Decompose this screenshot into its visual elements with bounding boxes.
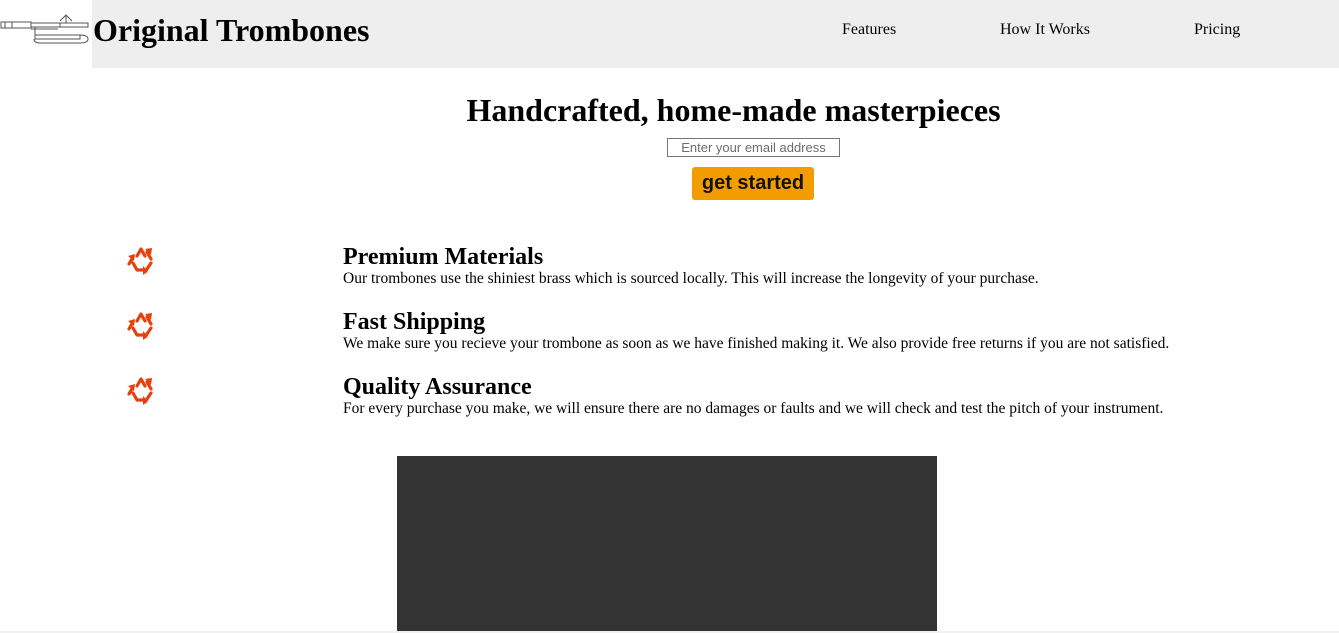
hero-title: Handcrafted, home-made masterpieces [466,92,1001,128]
page: Original Trombones Features How It Works… [0,0,1339,633]
feature-title: Premium Materials [343,244,544,270]
feature-title: Fast Shipping [343,309,486,335]
recycle-icon [127,377,153,405]
nav-link-how-it-works[interactable]: How It Works [1000,20,1090,40]
nav-link-features[interactable]: Features [842,20,896,40]
video-player[interactable] [397,456,937,631]
recycle-icon [127,247,153,275]
recycle-icon [127,312,153,340]
feature-description: We make sure you recieve your trombone a… [343,335,1170,352]
site-header: Original Trombones Features How It Works… [0,0,1339,68]
feature-description: For every purchase you make, we will ens… [343,400,1164,417]
get-started-button[interactable]: get started [692,167,814,200]
feature-title: Quality Assurance [343,374,532,400]
nav-link-pricing[interactable]: Pricing [1194,20,1240,40]
feature-item-premium-materials: Premium Materials Our trombones use the … [0,243,1339,303]
feature-item-fast-shipping: Fast Shipping We make sure you recieve y… [0,308,1339,368]
main-nav: Features How It Works Pricing [0,20,1339,42]
email-input[interactable] [667,138,840,157]
feature-description: Our trombones use the shiniest brass whi… [343,270,1039,287]
feature-item-quality-assurance: Quality Assurance For every purchase you… [0,373,1339,433]
